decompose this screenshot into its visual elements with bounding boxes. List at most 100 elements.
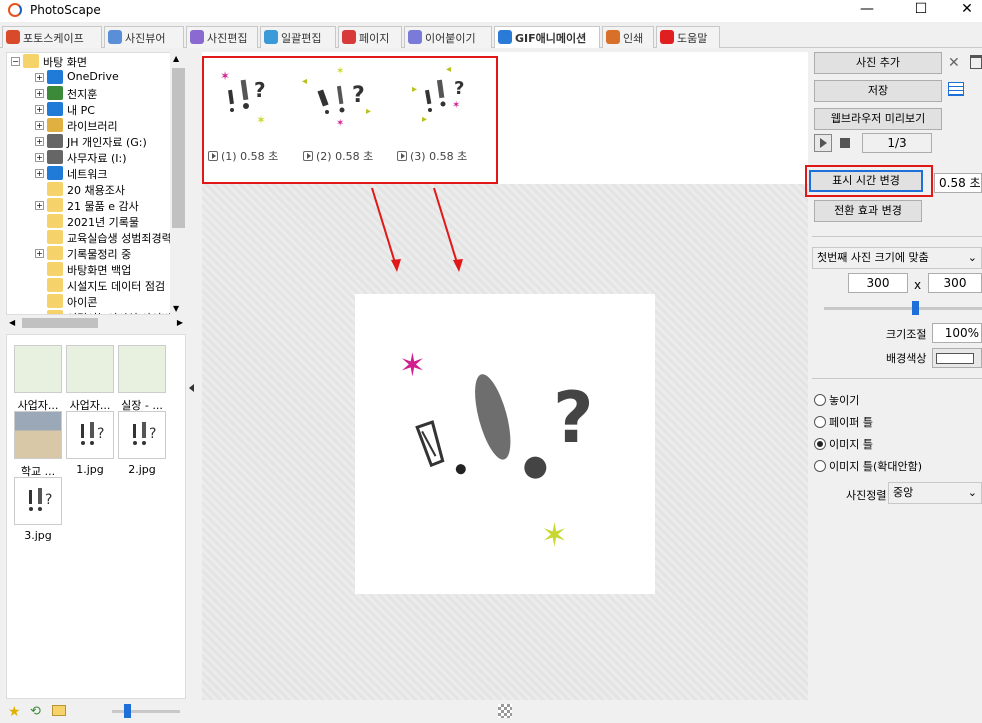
tab-editor[interactable]: 사진편집 (186, 26, 258, 48)
canvas-background-icon[interactable] (498, 704, 512, 718)
rotate-icon[interactable]: ⟲ (30, 704, 41, 719)
play-button[interactable] (814, 134, 832, 152)
tree-item[interactable]: + JH 개인자료 (G:) (7, 133, 185, 149)
list-view-icon[interactable] (948, 82, 964, 96)
frame-2-thumbnail[interactable]: ◂ ✶ ? ✶ ▸ (300, 62, 380, 126)
expand-icon[interactable]: + (35, 153, 44, 162)
add-photo-button[interactable]: 사진 추가 (814, 52, 942, 74)
expand-icon[interactable]: + (35, 201, 44, 210)
open-folder-icon[interactable] (52, 705, 66, 716)
tree-item[interactable]: 바탕화면 백업 (7, 261, 185, 277)
expand-icon[interactable]: + (35, 89, 44, 98)
frame-play-icon[interactable] (303, 151, 313, 161)
size-mode-select[interactable]: 첫번째 사진 크기에 맞춤 ⌄ (812, 247, 982, 269)
scroll-left-icon[interactable]: ◀ (9, 318, 15, 327)
thumbnail-doc[interactable] (14, 345, 62, 393)
tree-item[interactable]: +21 물품 e 감사 (7, 197, 185, 213)
delete-x-icon[interactable]: ✕ (948, 55, 960, 71)
frame-3-thumbnail[interactable]: ◂ ▸ ? ✶ ▸ (410, 60, 480, 126)
tree-item[interactable]: + 내 PC (7, 101, 185, 117)
frame-play-icon[interactable] (208, 151, 218, 161)
scroll-right-icon[interactable]: ▶ (177, 318, 183, 327)
svg-text:?: ? (352, 83, 365, 108)
svg-text:✶: ✶ (452, 100, 460, 111)
tab-batch-editor[interactable]: 일괄편집 (260, 26, 336, 48)
tree-item-root[interactable]: − 바탕 화면 (7, 53, 185, 69)
thumbnail-photo[interactable] (14, 411, 62, 459)
tab-combine[interactable]: 이어붙이기 (404, 26, 492, 48)
browser-preview-button[interactable]: 웹브라우저 미리보기 (814, 108, 942, 130)
frame-3-duration[interactable]: (3) 0.58 초 (397, 148, 467, 164)
favorite-star-icon[interactable]: ★ (8, 704, 21, 720)
width-input[interactable]: 300 (848, 273, 908, 293)
tab-page[interactable]: 페이지 (338, 26, 402, 48)
resize-value-field[interactable]: 100% (932, 323, 982, 343)
change-display-time-button[interactable]: 표시 시간 변경 (809, 170, 923, 192)
maximize-button[interactable]: ☐ (898, 0, 944, 22)
expand-icon[interactable]: + (35, 169, 44, 178)
thumbnail-label: 3.jpg (24, 529, 52, 542)
tree-item[interactable]: + 라이브러리 (7, 117, 185, 133)
tab-label: GIF애니메이션 (515, 32, 587, 45)
tab-gif-animation[interactable]: GIF애니메이션 (494, 26, 600, 48)
scroll-up-icon[interactable]: ▲ (173, 54, 179, 63)
stop-button[interactable] (836, 134, 854, 152)
tree-item[interactable]: + 기록물정리 중 (7, 245, 185, 261)
placement-radio-3[interactable]: 이미지 틀(확대안함) (814, 458, 922, 474)
folder-tree[interactable]: − 바탕 화면 + OneDrive + 천지훈 + 내 PC + 라이브러리 + JH 개인자료 (… (6, 52, 186, 315)
thumbnail-size-slider[interactable] (112, 710, 180, 713)
display-time-field[interactable]: 0.58 초 (934, 173, 982, 193)
expand-icon[interactable]: + (35, 121, 44, 130)
resize-slider-thumb[interactable] (912, 301, 919, 315)
align-select[interactable]: 중앙 ⌄ (888, 482, 982, 504)
tree-item[interactable]: 2021년 기록물 (7, 213, 185, 229)
bg-color-picker[interactable] (932, 348, 982, 368)
frame-1-thumbnail[interactable]: ✶ ? ✶ (212, 62, 272, 126)
frame-1-duration[interactable]: (1) 0.58 초 (208, 148, 278, 164)
collapse-icon[interactable]: − (11, 57, 20, 66)
resize-slider[interactable] (824, 307, 982, 310)
placement-radio-0[interactable]: 놓이기 (814, 392, 859, 408)
frame-2-duration[interactable]: (2) 0.58 초 (303, 148, 373, 164)
expand-icon[interactable]: + (35, 73, 44, 82)
radio-circle[interactable] (814, 394, 826, 406)
tree-item[interactable]: 시설지도 데이터 점검 (7, 277, 185, 293)
thumbnail-sticker[interactable]: ? (118, 411, 166, 459)
close-button[interactable]: ✕ (944, 0, 982, 22)
thumbnail-sticker[interactable]: ? (66, 411, 114, 459)
tab-viewer[interactable]: 사진뷰어 (104, 26, 184, 48)
thumbnail-sticker[interactable]: ? (14, 477, 62, 525)
radio-circle[interactable] (814, 416, 826, 428)
expand-icon[interactable]: + (35, 137, 44, 146)
save-button[interactable]: 저장 (814, 80, 942, 102)
tree-item[interactable]: + 천지훈 (7, 85, 185, 101)
tab-photoscape[interactable]: 포토스케이프 (2, 26, 102, 48)
trash-icon[interactable] (970, 55, 982, 69)
tree-hscroll-thumb[interactable] (22, 318, 98, 328)
thumbnail-doc[interactable] (66, 345, 114, 393)
thumbnail-doc[interactable] (118, 345, 166, 393)
collapse-panel-icon[interactable] (189, 384, 194, 392)
scroll-down-icon[interactable]: ▼ (173, 304, 179, 313)
frame-play-icon[interactable] (397, 151, 407, 161)
slider-thumb[interactable] (124, 704, 131, 718)
tree-item-label: 바탕 화면 (43, 56, 87, 69)
tree-item[interactable]: + 사무자료 (I:) (7, 149, 185, 165)
tree-item[interactable]: 교육실습생 성범죄경력 (7, 229, 185, 245)
change-transition-button[interactable]: 전환 효과 변경 (814, 200, 922, 222)
height-input[interactable]: 300 (928, 273, 982, 293)
radio-circle-selected[interactable] (814, 438, 826, 450)
tree-item[interactable]: + OneDrive (7, 69, 185, 85)
tree-item[interactable]: + 네트워크 (7, 165, 185, 181)
tree-item[interactable]: 20 채용조사 (7, 181, 185, 197)
minimize-button[interactable]: — (844, 0, 890, 22)
tab-help[interactable]: 도움말 (656, 26, 720, 48)
tree-scroll-thumb[interactable] (172, 68, 185, 228)
tree-item[interactable]: 아이콘 (7, 293, 185, 309)
expand-icon[interactable]: + (35, 249, 44, 258)
expand-icon[interactable]: + (35, 105, 44, 114)
tab-print[interactable]: 인쇄 (602, 26, 654, 48)
placement-radio-1[interactable]: 페이퍼 틀 (814, 414, 873, 430)
radio-circle[interactable] (814, 460, 826, 472)
placement-radio-2[interactable]: 이미지 틀 (814, 436, 873, 452)
